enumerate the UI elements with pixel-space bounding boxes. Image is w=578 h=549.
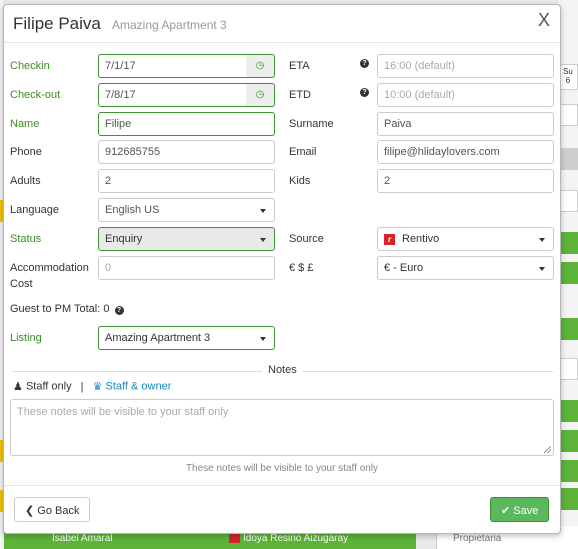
eta-label: ETA xyxy=(289,60,310,72)
calendar-cell xyxy=(558,358,578,380)
surname-input[interactable]: Paiva xyxy=(377,112,554,136)
calendar-column-header: Su 6 xyxy=(558,64,578,90)
accommodation-cost-input[interactable]: 0 xyxy=(98,256,275,280)
booking-guest-label: Idoya Resino Aizugaray xyxy=(243,533,349,544)
notes-placeholder: These notes will be visible to your staf… xyxy=(17,406,229,418)
checkout-label: Check-out xyxy=(10,89,61,101)
currency-label: € $ £ xyxy=(289,262,314,274)
chevron-left-icon: ❮ xyxy=(25,505,35,517)
guest-to-pm-total: Guest to PM Total: 0 ? xyxy=(10,303,124,315)
checkin-input[interactable]: 7/1/17 xyxy=(98,54,247,78)
email-input[interactable]: filipe@hlidaylovers.com xyxy=(377,140,554,164)
calendar-booking-cell[interactable] xyxy=(558,262,578,284)
email-label: Email xyxy=(289,146,317,158)
notes-hint: These notes will be visible to your staf… xyxy=(185,463,379,474)
phone-label: Phone xyxy=(10,146,42,158)
status-select[interactable]: Enquiry xyxy=(98,227,275,251)
checkin-label: Checkin xyxy=(10,60,50,72)
name-label: Name xyxy=(10,118,40,130)
modal-subtitle: Amazing Apartment 3 xyxy=(112,18,227,32)
surname-label: Surname xyxy=(289,118,334,130)
tab-staff-only[interactable]: Staff only xyxy=(26,381,72,393)
calendar-booking-cell[interactable] xyxy=(558,232,578,254)
guest-to-pm-total-text: Guest to PM Total: 0 xyxy=(10,303,110,315)
reservation-modal: Filipe Paiva Amazing Apartment 3 X Check… xyxy=(3,4,561,534)
footer-divider xyxy=(4,485,560,486)
source-select[interactable]: r Rentivo xyxy=(377,227,554,251)
save-label: Save xyxy=(513,505,539,517)
caret-down-icon xyxy=(539,238,545,242)
calendar-right-edge: Su 6 xyxy=(558,0,578,549)
caret-down-icon xyxy=(260,209,266,213)
listing-select[interactable]: Amazing Apartment 3 xyxy=(98,326,275,350)
calendar-booking-cell[interactable] xyxy=(558,460,578,482)
caret-down-icon xyxy=(260,238,266,242)
currency-select-value: € - Euro xyxy=(384,262,424,274)
calendar-cell xyxy=(558,104,578,126)
calendar-booking-cell[interactable] xyxy=(558,400,578,422)
notes-visibility-tabs: ♟ Staff only | ♛ Staff & owner xyxy=(13,380,172,394)
close-button[interactable]: X xyxy=(538,10,550,31)
question-circle-icon[interactable]: ? xyxy=(360,88,369,97)
question-circle-icon[interactable]: ? xyxy=(114,306,124,315)
question-circle-icon[interactable]: ? xyxy=(360,59,369,68)
etd-label: ETD xyxy=(289,89,311,101)
language-label: Language xyxy=(10,204,59,216)
etd-input[interactable]: 10:00 (default) xyxy=(377,83,554,107)
clock-icon: ◷ xyxy=(255,89,265,100)
go-back-label: Go Back xyxy=(37,505,80,517)
kids-label: Kids xyxy=(289,175,311,187)
calendar-cell xyxy=(558,190,578,212)
booking-guest-label: Propietaria xyxy=(453,533,502,544)
notes-textarea[interactable]: These notes will be visible to your staf… xyxy=(10,399,554,456)
listing-select-value: Amazing Apartment 3 xyxy=(105,332,211,344)
rentivo-logo-icon: r xyxy=(384,234,395,245)
listing-label: Listing xyxy=(10,332,42,344)
phone-input[interactable]: 912685755 xyxy=(98,140,275,164)
source-select-value: Rentivo xyxy=(402,233,440,245)
calendar-booking-cell[interactable] xyxy=(558,488,578,510)
accommodation-cost-label: Accommodation xyxy=(10,262,89,274)
notes-title: Notes xyxy=(262,364,303,376)
currency-select[interactable]: € - Euro xyxy=(377,256,554,280)
booking-guest-label: Isabel Amaral xyxy=(52,533,113,544)
calendar-booking-cell[interactable] xyxy=(558,430,578,452)
status-label: Status xyxy=(10,233,42,245)
clock-icon: ◷ xyxy=(255,60,265,71)
eta-input[interactable]: 16:00 (default) xyxy=(377,54,554,78)
check-icon: ✔ xyxy=(501,505,511,517)
checkout-input[interactable]: 7/8/17 xyxy=(98,83,247,107)
modal-title: Filipe Paiva xyxy=(13,14,101,33)
resize-grip-icon[interactable] xyxy=(544,446,551,453)
language-select-value: English US xyxy=(105,204,160,216)
status-select-value: Enquiry xyxy=(105,233,143,245)
modal-header: Filipe Paiva Amazing Apartment 3 X xyxy=(4,5,560,43)
checkout-clock-button[interactable]: ◷ xyxy=(246,83,275,107)
checkin-clock-button[interactable]: ◷ xyxy=(246,54,275,78)
caret-down-icon xyxy=(260,337,266,341)
go-back-button[interactable]: ❮ Go Back xyxy=(14,497,91,522)
tab-staff-and-owner[interactable]: Staff & owner xyxy=(106,381,172,393)
accommodation-cost-label-line2: Cost xyxy=(10,278,33,290)
tab-separator: | xyxy=(80,380,84,393)
name-input[interactable]: Filipe xyxy=(98,112,275,136)
caret-down-icon xyxy=(539,267,545,271)
staff-group-icon: ♟ xyxy=(13,381,23,393)
kids-input[interactable]: 2 xyxy=(377,169,554,193)
crown-icon: ♛ xyxy=(92,381,103,393)
calendar-cell xyxy=(558,148,578,170)
adults-label: Adults xyxy=(10,175,41,187)
calendar-booking-cell[interactable] xyxy=(558,318,578,340)
source-label: Source xyxy=(289,233,324,245)
adults-input[interactable]: 2 xyxy=(98,169,275,193)
language-select[interactable]: English US xyxy=(98,198,275,222)
save-button[interactable]: ✔ Save xyxy=(490,497,550,522)
